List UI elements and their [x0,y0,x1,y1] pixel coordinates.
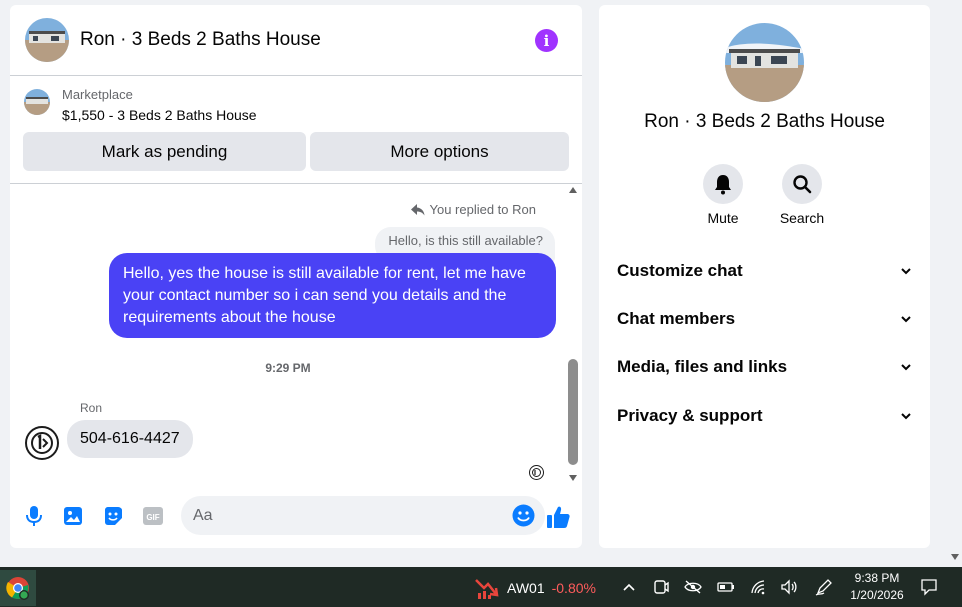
reply-indicator-text: You replied to Ron [429,202,537,217]
listing-thumbnail[interactable] [24,89,50,115]
conversation-avatar[interactable] [25,18,69,62]
info-icon[interactable]: i [535,29,558,52]
marketplace-listing: Marketplace $1,550 - 3 Beds 2 Baths Hous… [10,77,582,184]
section-label: Chat members [617,309,736,328]
section-privacy-support[interactable]: Privacy & support [617,401,912,431]
info-panel-title: Ron · 3 Beds 2 Baths House [644,111,885,132]
more-options-button[interactable]: More options [310,132,569,171]
eye-off-icon[interactable] [683,577,703,597]
system-clock[interactable]: 9:38 PM 1/20/2026 [846,570,908,604]
listing-source: Marketplace [62,87,133,102]
chevron-down-icon [901,316,911,323]
gif-icon[interactable]: GIF [142,505,164,527]
wifi-icon[interactable] [749,577,769,597]
conversation-title[interactable]: Ron · 3 Beds 2 Baths House [80,29,321,51]
message-input[interactable] [193,496,493,535]
seen-indicator-avatar [529,465,544,480]
chevron-down-icon [901,413,911,420]
bell-icon [703,164,743,204]
search-icon [782,164,822,204]
message-composer: GIF [10,495,582,537]
sent-message[interactable]: Hello, yes the house is still available … [109,253,556,338]
image-icon[interactable] [62,505,84,527]
reply-icon [410,203,424,215]
info-panel-avatar[interactable] [725,23,804,102]
page-scroll-down-arrow[interactable] [951,554,959,560]
sender-avatar[interactable] [25,426,59,460]
section-chat-members[interactable]: Chat members [617,304,912,334]
gif-label: GIF [146,513,159,522]
thumbs-up-icon[interactable] [545,504,571,530]
section-label: Customize chat [617,261,743,280]
scroll-up-arrow[interactable] [569,187,577,193]
pen-icon[interactable] [814,577,834,597]
microphone-icon[interactable] [23,505,45,527]
emoji-icon[interactable] [512,504,535,527]
stock-down-icon [475,579,499,599]
meet-now-icon[interactable] [651,577,671,597]
speaker-icon[interactable] [779,577,799,597]
conversation-info-panel: Ron · 3 Beds 2 Baths House Mute Search C… [599,5,930,548]
mute-label: Mute [707,210,739,226]
chat-header: Ron · 3 Beds 2 Baths House i [10,5,582,76]
scroll-thumb[interactable] [568,359,578,465]
reply-indicator: You replied to Ron [410,202,537,217]
listing-price-title[interactable]: $1,550 - 3 Beds 2 Baths House [62,107,257,123]
notification-icon[interactable] [919,577,939,597]
stock-symbol: AW01 [507,580,545,596]
message-input-wrapper [181,496,545,535]
stock-widget[interactable]: AW01 -0.80% [474,576,596,600]
clock-date: 1/20/2026 [850,588,904,602]
section-customize-chat[interactable]: Customize chat [617,256,912,286]
clock-time: 9:38 PM [854,571,900,585]
stock-change: -0.80% [551,580,596,596]
search-label: Search [779,210,825,226]
message-timestamp: 9:29 PM [265,361,311,375]
sticker-icon[interactable] [102,505,124,527]
chevron-down-icon [901,268,911,275]
search-button[interactable]: Search [772,164,832,226]
section-media-files-links[interactable]: Media, files and links [617,352,912,382]
scroll-down-arrow[interactable] [569,475,577,481]
taskbar: AW01 -0.80% 9:38 PM 1/20/2026 [0,567,962,607]
section-label: Media, files and links [617,357,788,376]
mark-as-pending-button[interactable]: Mark as pending [23,132,306,171]
chevron-up-icon[interactable] [619,577,639,597]
sender-name: Ron [80,401,103,415]
chrome-icon[interactable] [0,570,36,606]
chat-scrollbar[interactable] [567,185,579,481]
mute-button[interactable]: Mute [693,164,753,226]
section-label: Privacy & support [617,406,763,425]
battery-icon[interactable] [716,577,736,597]
received-message[interactable]: 504-616-4427 [67,420,193,458]
chevron-down-icon [901,364,911,371]
chat-panel: Ron · 3 Beds 2 Baths House i Marketplace… [10,5,582,548]
